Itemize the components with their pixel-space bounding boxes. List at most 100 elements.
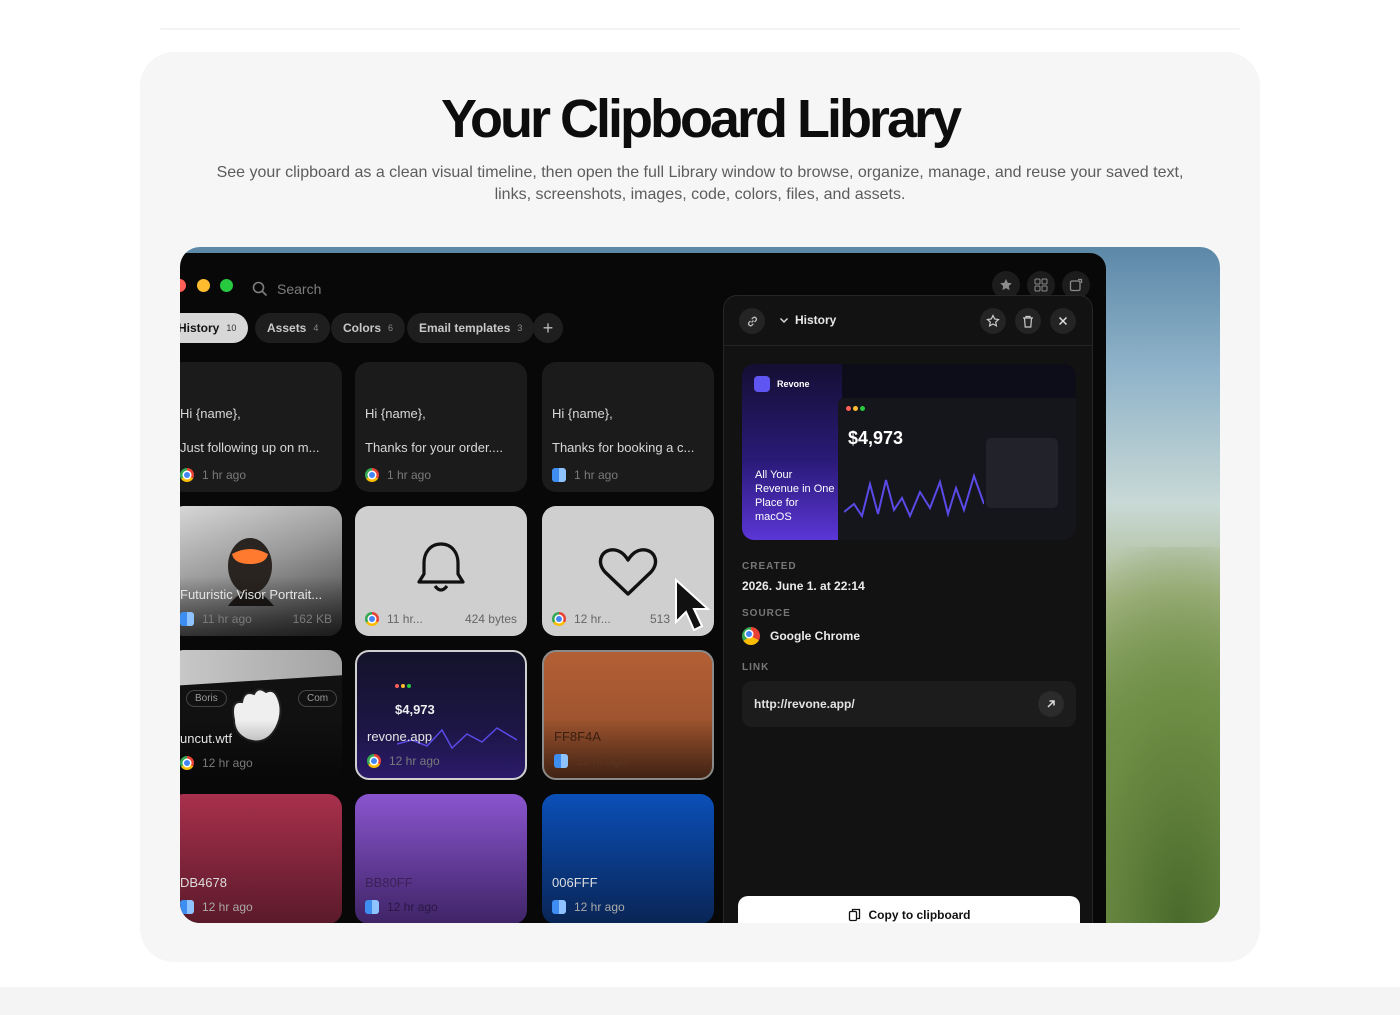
clip-time: 12 hr ago bbox=[202, 900, 253, 914]
clip-time: 12 hr ago bbox=[576, 754, 627, 768]
chrome-icon bbox=[552, 612, 566, 626]
clip-meta: 12 hr ago bbox=[552, 900, 625, 914]
clip-tile[interactable]: 12 hr... 513 bbox=[542, 506, 714, 636]
clip-tile[interactable]: Hi {name}, Just following up on m... 1 h… bbox=[180, 362, 342, 492]
created-text: 2026. June 1. at 22:14 bbox=[742, 579, 865, 593]
link-button[interactable] bbox=[739, 308, 765, 334]
dropdown-label: History bbox=[795, 313, 837, 327]
clip-size: 513 bbox=[649, 612, 670, 626]
clip-time: 12 hr ago bbox=[202, 756, 253, 770]
delete-button[interactable] bbox=[1015, 308, 1041, 334]
clip-meta: 12 hr ago bbox=[554, 754, 627, 768]
star-icon bbox=[1000, 279, 1012, 291]
window-zoom-dot[interactable] bbox=[220, 279, 233, 292]
star-outline-icon bbox=[986, 314, 1000, 328]
clip-time: 12 hr ago bbox=[387, 900, 438, 914]
tab-label: Assets bbox=[267, 321, 307, 335]
clip-time: 1 hr ago bbox=[387, 468, 432, 482]
close-icon bbox=[1058, 316, 1068, 326]
link-preview: Revone All Your Revenue in One Place for… bbox=[742, 364, 1076, 540]
clip-time: 12 hr... bbox=[574, 612, 611, 626]
clip-tile[interactable]: Hi {name}, Thanks for booking a c... 1 h… bbox=[542, 362, 714, 492]
copy-to-clipboard-button[interactable]: Copy to clipboard bbox=[738, 896, 1080, 923]
mini-traffic bbox=[395, 684, 399, 688]
clip-time: 1 hr ago bbox=[202, 468, 247, 482]
finder-icon bbox=[554, 754, 568, 768]
clip-title: revone.app bbox=[367, 729, 433, 744]
clip-time: 1 hr ago bbox=[574, 468, 619, 482]
clip-tile[interactable]: Hi {name}, Thanks for your order.... 1 h… bbox=[355, 362, 527, 492]
clip-line: Thanks for booking a c... bbox=[552, 440, 695, 455]
library-window: Search History 10 Assets 4 Colors 6 Emai… bbox=[180, 253, 1106, 923]
cursor-icon bbox=[675, 578, 711, 632]
clip-time: 12 hr ago bbox=[389, 754, 440, 768]
clip-tile[interactable]: 11 hr... 424 bytes bbox=[355, 506, 527, 636]
search-icon[interactable] bbox=[252, 281, 268, 297]
tab-colors[interactable]: Colors 6 bbox=[331, 313, 406, 343]
bell-icon bbox=[417, 542, 465, 592]
finder-icon bbox=[552, 900, 566, 914]
chrome-icon bbox=[367, 754, 381, 768]
created-value: 2026. June 1. at 22:14 bbox=[742, 579, 865, 593]
detail-panel: History Revone All Your Revenue in One P… bbox=[723, 295, 1093, 923]
clip-title: uncut.wtf bbox=[180, 731, 233, 746]
mini-traffic bbox=[853, 406, 858, 411]
new-window-icon bbox=[1069, 278, 1083, 292]
site-tag: Com bbox=[298, 690, 338, 707]
clip-tile[interactable]: BB80FF 12 hr ago bbox=[355, 794, 527, 923]
detail-header: History bbox=[724, 296, 1092, 346]
open-link-button[interactable] bbox=[1038, 691, 1064, 717]
search-input[interactable]: Search bbox=[277, 281, 321, 297]
color-hex: 006FFF bbox=[552, 875, 598, 890]
link-url[interactable]: http://revone.app/ bbox=[754, 697, 855, 711]
clip-line: Hi {name}, bbox=[180, 406, 241, 421]
preview-amount: $4,973 bbox=[848, 428, 904, 448]
clip-tile[interactable]: $4,973 revone.app 12 hr ago bbox=[355, 650, 527, 780]
chrome-icon bbox=[180, 468, 194, 482]
chrome-icon bbox=[742, 627, 760, 645]
clip-meta: 12 hr ago bbox=[180, 756, 253, 770]
link-label: LINK bbox=[742, 662, 770, 673]
preview-window: $4,973 bbox=[838, 398, 1076, 540]
preview-brand: Revone bbox=[777, 379, 810, 389]
tab-email-templates[interactable]: Email templates 3 bbox=[407, 313, 535, 343]
preview-tagline: All Your Revenue in One Place for macOS bbox=[755, 469, 835, 523]
finder-icon bbox=[365, 900, 379, 914]
clipboard-icon bbox=[848, 908, 860, 922]
next-section-edge bbox=[0, 987, 1400, 1015]
close-button[interactable] bbox=[1050, 308, 1076, 334]
copy-label: Copy to clipboard bbox=[868, 908, 971, 922]
favorite-button[interactable] bbox=[980, 308, 1006, 334]
window-minimize-dot[interactable] bbox=[197, 279, 210, 292]
tab-label: Email templates bbox=[419, 321, 511, 335]
clip-time: 11 hr ago bbox=[202, 612, 252, 626]
tab-count: 3 bbox=[517, 323, 523, 333]
clip-tile[interactable]: DB4678 12 hr ago bbox=[180, 794, 342, 923]
window-close-dot[interactable] bbox=[180, 279, 186, 292]
app-screenshot: Search History 10 Assets 4 Colors 6 Emai… bbox=[180, 247, 1220, 923]
color-hex: FF8F4A bbox=[554, 729, 601, 744]
clip-time: 12 hr ago bbox=[574, 900, 625, 914]
tab-history[interactable]: History 10 bbox=[180, 313, 249, 343]
tab-assets[interactable]: Assets 4 bbox=[255, 313, 331, 343]
add-tab-button[interactable]: + bbox=[533, 313, 563, 343]
clip-tile[interactable]: Boris Com uncut.wtf 12 hr ago bbox=[180, 650, 342, 780]
source-label: SOURCE bbox=[742, 608, 791, 619]
clip-tile[interactable]: 006FFF 12 hr ago bbox=[542, 794, 714, 923]
clip-meta: 1 hr ago bbox=[552, 468, 618, 482]
clip-meta: 12 hr ago bbox=[367, 754, 440, 768]
finder-icon bbox=[552, 468, 566, 482]
color-hex: DB4678 bbox=[180, 875, 227, 890]
heart-icon bbox=[598, 548, 658, 596]
link-field[interactable]: http://revone.app/ bbox=[742, 681, 1076, 727]
link-icon bbox=[747, 316, 757, 326]
history-dropdown[interactable]: History bbox=[779, 313, 836, 327]
clip-tile[interactable]: Futuristic Visor Portrait... 11 hr ago 1… bbox=[180, 506, 342, 636]
clip-tile[interactable]: FF8F4A 12 hr ago bbox=[542, 650, 714, 780]
clip-meta: 12 hr ago bbox=[180, 900, 253, 914]
clip-line: Thanks for your order.... bbox=[365, 440, 504, 455]
color-hex: BB80FF bbox=[365, 875, 413, 890]
clip-meta: 1 hr ago bbox=[180, 468, 246, 482]
tab-label: History bbox=[180, 321, 220, 335]
preview-sidebar bbox=[986, 438, 1058, 508]
